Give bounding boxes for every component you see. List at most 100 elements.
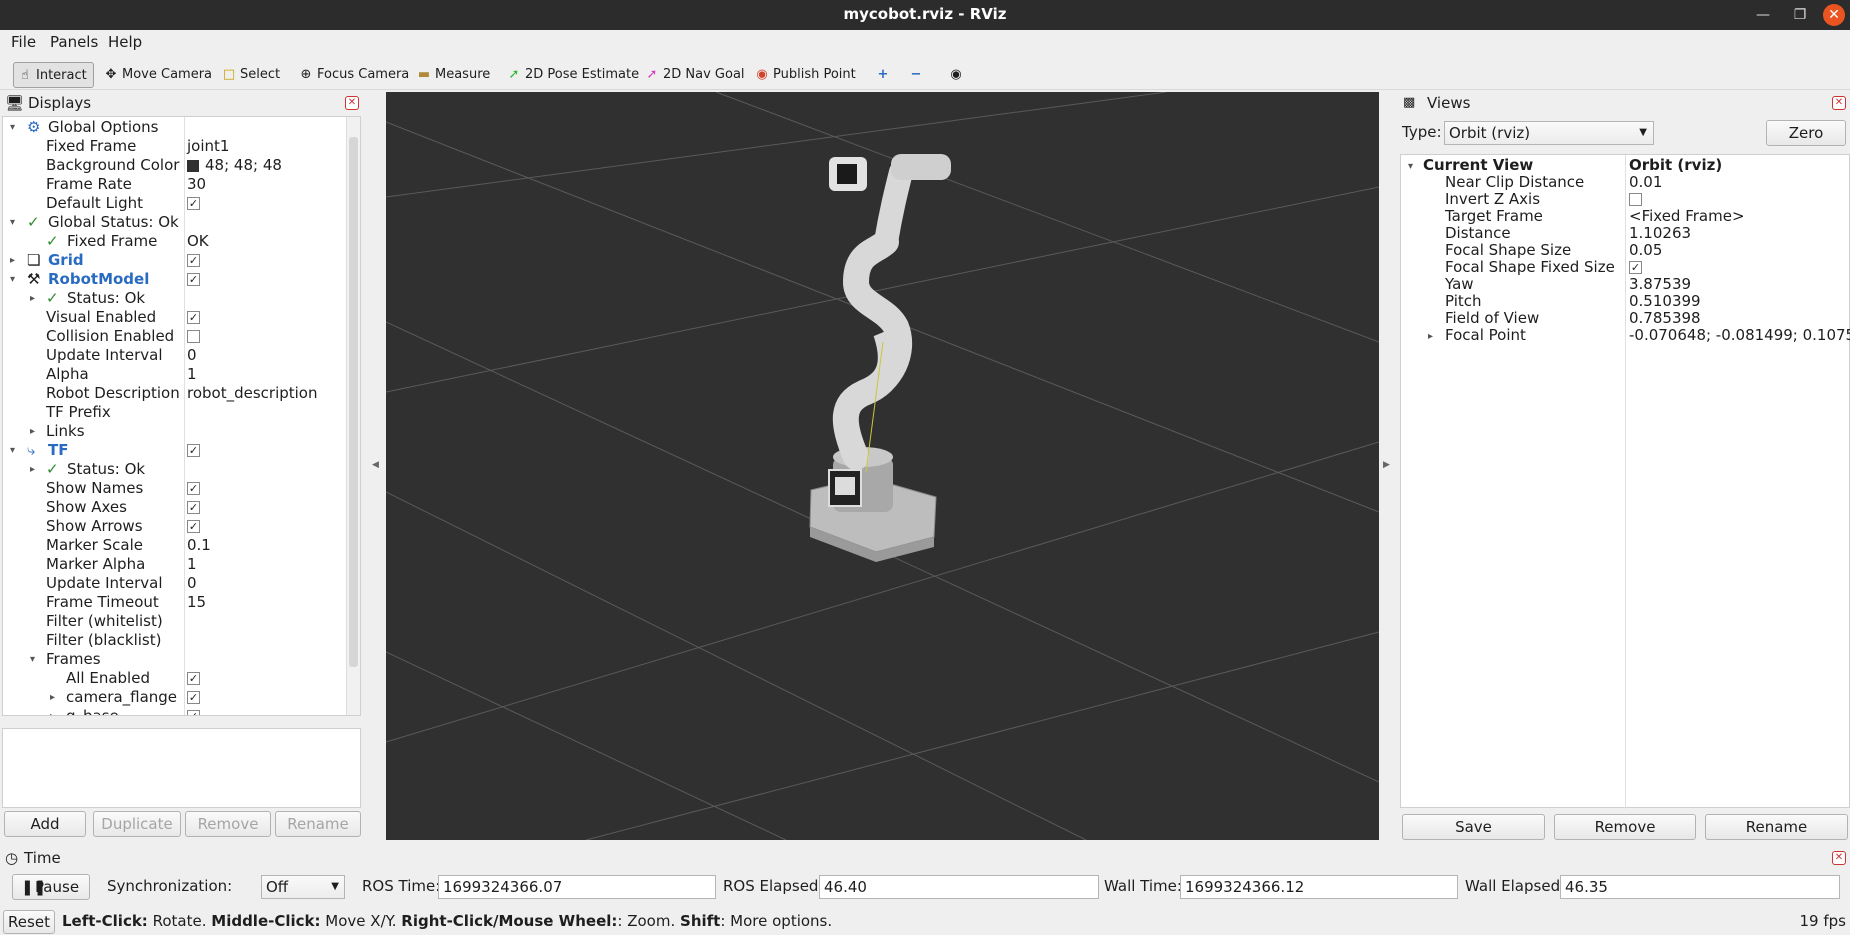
marker-scale-value[interactable]: 0.1 <box>187 536 211 555</box>
tree-row-target-frame[interactable]: Target Frame <Fixed Frame> <box>1401 208 1849 225</box>
collapse-arrow-icon[interactable]: ▸ <box>10 251 15 270</box>
all-enabled-checkbox[interactable]: ✓ <box>187 672 200 685</box>
tree-row-focal-point[interactable]: ▸ Focal Point -0.070648; -0.081499; 0.1075… <box>1401 327 1850 344</box>
tree-row-near-clip[interactable]: Near Clip Distance 0.01 <box>1401 174 1849 191</box>
tree-row-frame-timeout[interactable]: Frame Timeout 15 <box>3 593 346 612</box>
close-time-icon[interactable]: ✕ <box>1832 851 1846 865</box>
expand-arrow-icon[interactable]: ▾ <box>1408 158 1413 175</box>
tree-row-alpha[interactable]: Alpha 1 <box>3 365 346 384</box>
close-displays-icon[interactable]: ✕ <box>345 96 359 110</box>
expand-arrow-icon[interactable]: ▾ <box>30 650 35 669</box>
tree-row-robot-model[interactable]: ▾ ⚒ RobotModel ✓ <box>3 270 346 289</box>
scrollbar-thumb[interactable] <box>349 137 358 667</box>
tree-row-focal-shape-fixed[interactable]: Focal Shape Fixed Size ✓ <box>1401 259 1849 276</box>
right-collapse-icon[interactable]: ▶ <box>1383 460 1390 470</box>
yaw-value[interactable]: 3.87539 <box>1629 276 1691 293</box>
tf-update-interval-value[interactable]: 0 <box>187 574 197 593</box>
move-camera-button[interactable]: ✥ Move Camera <box>100 62 212 88</box>
tree-row-tf[interactable]: ▾ ⤷ TF ✓ <box>3 441 346 460</box>
tree-row-tf-update-interval[interactable]: Update Interval 0 <box>3 574 346 593</box>
robot-model-checkbox[interactable]: ✓ <box>187 273 200 286</box>
tf-checkbox[interactable]: ✓ <box>187 444 200 457</box>
pitch-value[interactable]: 0.510399 <box>1629 293 1701 310</box>
tree-row-show-arrows[interactable]: Show Arrows ✓ <box>3 517 346 536</box>
menu-panels[interactable]: Panels <box>50 33 98 51</box>
tree-row-all-enabled[interactable]: All Enabled ✓ <box>3 669 346 688</box>
grid-checkbox[interactable]: ✓ <box>187 254 200 267</box>
pose-estimate-button[interactable]: ➚ 2D Pose Estimate <box>503 62 640 88</box>
tree-row-robot-description[interactable]: Robot Description robot_description <box>3 384 346 403</box>
frame-timeout-value[interactable]: 15 <box>187 593 206 612</box>
tree-row-marker-scale[interactable]: Marker Scale 0.1 <box>3 536 346 555</box>
close-icon[interactable]: ✕ <box>1823 4 1845 26</box>
distance-value[interactable]: 1.10263 <box>1629 225 1691 242</box>
focal-point-value[interactable]: -0.070648; -0.081499; 0.10758 <box>1629 327 1850 344</box>
fixed-frame-value[interactable]: joint1 <box>187 137 229 156</box>
collapse-arrow-icon[interactable]: ▸ <box>30 422 35 441</box>
focus-camera-button[interactable]: ⊕ Focus Camera <box>295 62 410 88</box>
default-light-checkbox[interactable]: ✓ <box>187 197 200 210</box>
tree-row-grid[interactable]: ▸ ❏ Grid ✓ <box>3 251 346 270</box>
show-arrows-checkbox[interactable]: ✓ <box>187 520 200 533</box>
tree-row-focal-shape-size[interactable]: Focal Shape Size 0.05 <box>1401 242 1849 259</box>
menu-file[interactable]: File <box>11 33 36 51</box>
marker-alpha-value[interactable]: 1 <box>187 555 197 574</box>
expand-arrow-icon[interactable]: ▾ <box>10 270 15 289</box>
tree-row-rm-update-interval[interactable]: Update Interval 0 <box>3 346 346 365</box>
tree-row-current-view[interactable]: ▾ Current View Orbit (rviz) <box>1401 157 1849 174</box>
collapse-arrow-icon[interactable]: ▸ <box>50 707 55 715</box>
remove-display-button[interactable]: Remove <box>185 811 271 837</box>
tree-row-links[interactable]: ▸ Links <box>3 422 346 441</box>
tree-row-filter-whitelist[interactable]: Filter (whitelist) <box>3 612 346 631</box>
collision-enabled-checkbox[interactable] <box>187 330 200 343</box>
g-base-checkbox[interactable]: ✓ <box>187 710 200 715</box>
tree-row-frame-rate[interactable]: Frame Rate 30 <box>3 175 346 194</box>
rm-update-interval-value[interactable]: 0 <box>187 346 197 365</box>
rename-view-button[interactable]: Rename <box>1705 814 1848 840</box>
tree-row-default-light[interactable]: Default Light ✓ <box>3 194 346 213</box>
collapse-arrow-icon[interactable]: ▸ <box>30 460 35 479</box>
tree-row-g-base[interactable]: ▸ g_base ✓ <box>3 707 346 715</box>
zero-button[interactable]: Zero <box>1766 120 1846 146</box>
pause-button[interactable]: ❚❚ Pause <box>12 874 90 900</box>
alpha-value[interactable]: 1 <box>187 365 197 384</box>
duplicate-button[interactable]: Duplicate <box>93 811 181 837</box>
tree-row-global-status[interactable]: ▾ ✓ Global Status: Ok <box>3 213 346 232</box>
tree-row-filter-blacklist[interactable]: Filter (blacklist) <box>3 631 346 650</box>
show-axes-checkbox[interactable]: ✓ <box>187 501 200 514</box>
rename-display-button[interactable]: Rename <box>275 811 361 837</box>
tree-row-camera-flange[interactable]: ▸ camera_flange ✓ <box>3 688 346 707</box>
nav-goal-button[interactable]: ➚ 2D Nav Goal <box>641 62 745 88</box>
collapse-arrow-icon[interactable]: ▸ <box>50 688 55 707</box>
measure-button[interactable]: ▬ Measure <box>413 62 490 88</box>
tree-row-rm-status[interactable]: ▸ ✓ Status: Ok <box>3 289 346 308</box>
displays-tree[interactable]: ▾ ⚙ Global Options Fixed Frame joint1 Backg… <box>2 116 361 716</box>
ros-elapsed-field[interactable]: 46.40 <box>819 875 1099 899</box>
tree-row-tf-status[interactable]: ▸ ✓ Status: Ok <box>3 460 346 479</box>
view-type-select[interactable]: Orbit (rviz) ▼ <box>1444 121 1654 145</box>
visual-enabled-checkbox[interactable]: ✓ <box>187 311 200 324</box>
ros-time-field[interactable]: 1699324366.07 <box>438 875 716 899</box>
remove-tool-button[interactable]: − <box>905 62 923 88</box>
tree-row-pitch[interactable]: Pitch 0.510399 <box>1401 293 1849 310</box>
tree-row-tf-prefix[interactable]: TF Prefix <box>3 403 346 422</box>
minimize-icon[interactable]: — <box>1752 4 1774 26</box>
tree-row-background-color[interactable]: Background Color 48; 48; 48 <box>3 156 346 175</box>
add-button[interactable]: Add <box>4 811 86 837</box>
displays-scrollbar[interactable] <box>346 117 360 715</box>
reset-button[interactable]: Reset <box>3 910 55 934</box>
fov-value[interactable]: 0.785398 <box>1629 310 1701 327</box>
color-swatch[interactable] <box>187 160 199 172</box>
tree-row-collision-enabled[interactable]: Collision Enabled <box>3 327 346 346</box>
3d-viewport[interactable] <box>386 92 1379 840</box>
camera-flange-checkbox[interactable]: ✓ <box>187 691 200 704</box>
focal-shape-fixed-checkbox[interactable]: ✓ <box>1629 261 1642 274</box>
tree-row-yaw[interactable]: Yaw 3.87539 <box>1401 276 1849 293</box>
wall-elapsed-field[interactable]: 46.35 <box>1560 875 1840 899</box>
expand-arrow-icon[interactable]: ▾ <box>10 213 15 232</box>
add-tool-button[interactable]: + <box>872 62 890 88</box>
remove-view-button[interactable]: Remove <box>1554 814 1696 840</box>
left-collapse-icon[interactable]: ◀ <box>372 460 379 470</box>
focal-shape-size-value[interactable]: 0.05 <box>1629 242 1662 259</box>
tree-row-gs-fixed-frame[interactable]: ✓ Fixed Frame OK <box>3 232 346 251</box>
